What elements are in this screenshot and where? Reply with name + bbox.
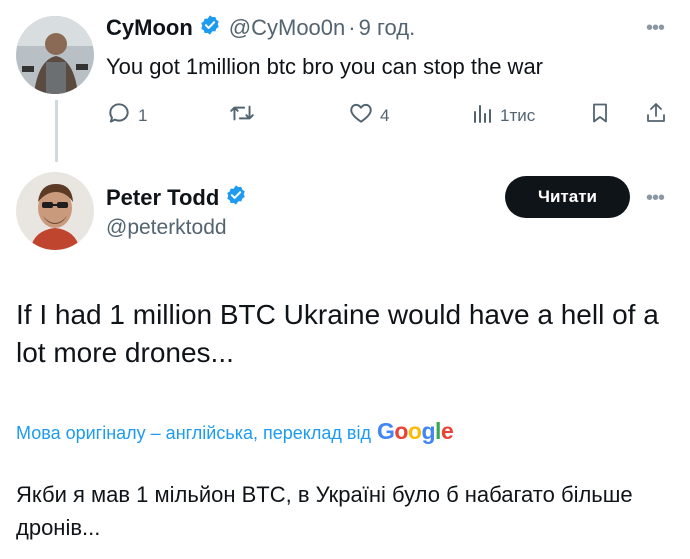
share-button[interactable] — [644, 100, 668, 131]
meta-separator: · — [348, 15, 356, 40]
reply-tweet-text: You got 1million btc bro you can stop th… — [106, 54, 544, 79]
reply-icon — [106, 100, 132, 131]
more-icon[interactable]: ••• — [646, 18, 665, 38]
reply-timestamp[interactable]: 9 год. — [359, 15, 416, 41]
bookmark-button[interactable] — [588, 100, 612, 131]
views-button[interactable]: 1тис — [470, 100, 535, 131]
retweet-button[interactable] — [228, 100, 256, 131]
verified-badge-icon — [199, 14, 221, 42]
reply-action-bar: 1 4 1тис — [0, 96, 690, 136]
main-author-handle[interactable]: @peterktodd — [106, 216, 227, 240]
share-icon — [644, 100, 668, 131]
reply-button[interactable]: 1 — [106, 100, 147, 131]
like-button[interactable]: 4 — [348, 100, 389, 131]
google-logo: Google — [376, 418, 454, 444]
translation-note-link[interactable]: Мова оригіналу – англійська, переклад ві… — [16, 423, 371, 444]
translated-tweet-text: Якби я мав 1 мільйон BTC, в Україні було… — [16, 482, 633, 540]
more-icon[interactable]: ••• — [646, 188, 665, 208]
reply-author-avatar[interactable] — [16, 16, 94, 94]
like-count: 4 — [380, 105, 390, 125]
like-icon — [348, 100, 374, 131]
verified-badge-icon — [225, 184, 247, 212]
reply-author-handle[interactable]: @СуMoo0n — [229, 15, 346, 41]
translation-attribution[interactable]: Мова оригіналу – англійська, переклад ві… — [16, 418, 454, 445]
follow-button[interactable]: Читати — [505, 176, 630, 218]
views-icon — [470, 100, 494, 131]
reply-author-name[interactable]: СуMoon — [106, 15, 193, 41]
retweet-icon — [228, 100, 256, 131]
main-tweet-text: If I had 1 million BTC Ukraine would hav… — [16, 299, 659, 368]
reply-count: 1 — [138, 105, 148, 125]
main-author-avatar[interactable] — [16, 172, 94, 250]
main-author-name[interactable]: Peter Todd — [106, 185, 219, 211]
view-count: 1тис — [500, 105, 536, 125]
bookmark-icon — [588, 100, 612, 131]
